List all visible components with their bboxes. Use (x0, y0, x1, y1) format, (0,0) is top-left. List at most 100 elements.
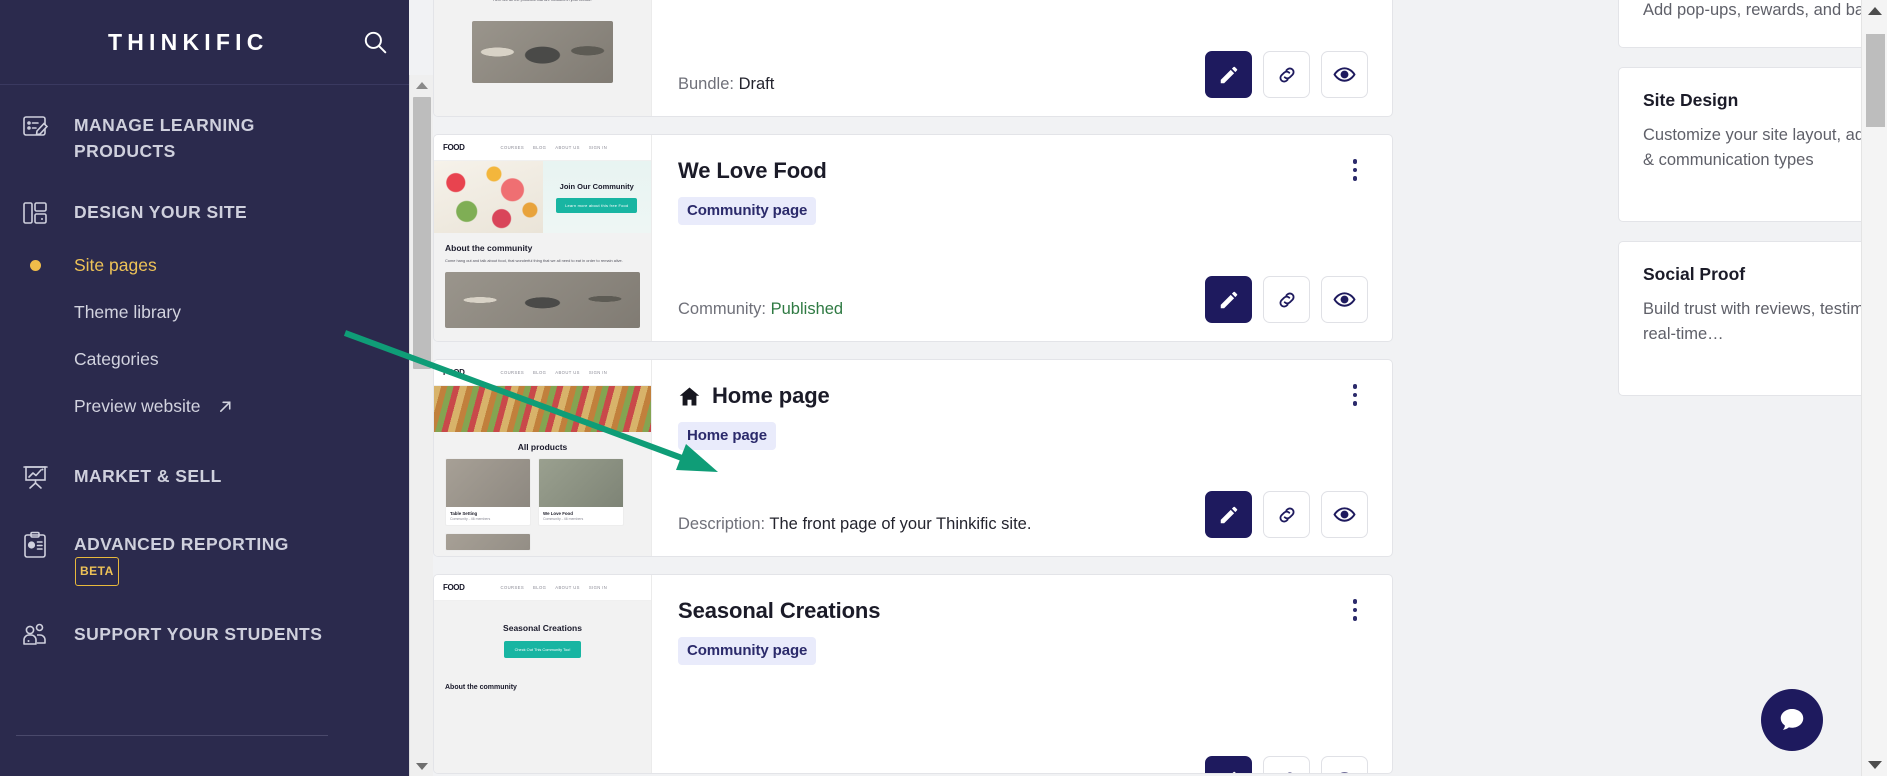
chat-bubble-button[interactable] (1761, 689, 1823, 751)
preview-button[interactable] (1321, 51, 1368, 98)
page-card[interactable]: FOOD COURSES BLOG ABOUT US SIGN IN All p… (433, 359, 1393, 557)
thumbnail-nav: FOOD COURSES BLOG ABOUT US SIGN IN (434, 360, 651, 386)
thumbnail-hero-image (434, 386, 651, 432)
copy-link-button[interactable] (1263, 51, 1310, 98)
search-icon[interactable] (362, 29, 388, 55)
tip-card-description: Customize your site layout, add new cont… (1643, 126, 1887, 169)
thumbnail-nav-link: ABOUT US (555, 585, 580, 590)
sidebar-item-site-pages[interactable]: Site pages (0, 242, 409, 289)
thumbnail-nav: FOOD COURSES BLOG ABOUT US SIGN IN (434, 135, 651, 161)
sidebar-item-advanced-reporting[interactable]: ADVANCED REPORTING BETA (0, 526, 409, 586)
thumbnail-section: All products (434, 432, 651, 458)
tip-card[interactable]: Add pop-ups, rewards, and banners (1618, 0, 1887, 48)
page-description-value: The front page of your Thinkific site. (769, 515, 1032, 533)
thumbnail-nav-link: COURSES (500, 585, 525, 590)
page-scrollbar-thumb[interactable] (1866, 34, 1885, 127)
page-overflow-menu-button[interactable] (1342, 380, 1368, 410)
page-card[interactable]: Enroll Now Bundle includes Here are all … (433, 0, 1393, 117)
main-content: Enroll Now Bundle includes Here are all … (409, 0, 1887, 776)
page-scrollbar[interactable] (1861, 0, 1887, 776)
thumbnail-section: About the community Come hang out and ta… (434, 233, 651, 338)
thumbnail-section-title: About the community (445, 243, 533, 253)
tip-card-social-proof[interactable]: Social Proof Build trust with reviews, t… (1618, 241, 1887, 396)
page-status-label: Bundle: (678, 75, 734, 93)
thumbnail-button-label: Check Out This Community Too! (503, 641, 582, 658)
thumbnail-section-text: Come hang out and talk about food, that … (445, 258, 623, 263)
page-card-actions (1205, 756, 1368, 773)
thumbnail-nav-link: ABOUT US (555, 370, 580, 375)
page-overflow-menu-button[interactable] (1342, 595, 1368, 625)
external-link-icon (218, 399, 233, 414)
edit-button[interactable] (1205, 491, 1252, 538)
thumbnail-preview: FOOD COURSES BLOG ABOUT US SIGN IN Seaso… (434, 575, 651, 773)
thumbnail-nav-link: SIGN IN (588, 585, 608, 590)
right-sidebar: Add pop-ups, rewards, and banners Site D… (1613, 0, 1887, 776)
copy-link-button[interactable] (1263, 491, 1310, 538)
preview-button[interactable] (1321, 276, 1368, 323)
thumbnail-nav-link: COURSES (500, 370, 525, 375)
thumbnail-section: Bundle includes Here are all the product… (434, 0, 651, 13)
page-description: Description: The front page of your Thin… (678, 515, 1031, 534)
page-card[interactable]: FOOD COURSES BLOG ABOUT US SIGN IN Seaso… (433, 574, 1393, 774)
thumbnail-logo: FOOD (443, 143, 465, 152)
scroll-down-arrow-icon[interactable] (1862, 754, 1887, 776)
sidebar-item-text: ADVANCED REPORTING (74, 534, 289, 554)
inner-scrollbar-thumb[interactable] (413, 97, 431, 369)
tip-card-title: Social Proof (1643, 264, 1746, 284)
sidebar-item-label: DESIGN YOUR SITE (74, 202, 248, 222)
preview-button[interactable] (1321, 491, 1368, 538)
thumbnail-section-title: About the community (445, 684, 517, 691)
inner-scrollbar[interactable] (409, 75, 433, 776)
sidebar-item-market-and-sell[interactable]: MARKET & SELL (0, 458, 409, 496)
sidebar-item-label: MANAGE LEARNING PRODUCTS (74, 115, 255, 161)
sidebar-item-label: SUPPORT YOUR STUDENTS (74, 624, 323, 644)
thumbnail-subtext: Here are all the products that are inclu… (445, 0, 640, 3)
preview-button[interactable] (1321, 756, 1368, 773)
thumbnail-section: About the community (434, 668, 651, 701)
thumbnail-photo (445, 271, 640, 328)
brand-bar: THINKIFIC (0, 0, 409, 85)
page-card-body: Bundle page Bundle: Draft (652, 0, 1392, 116)
scroll-up-arrow-icon[interactable] (1862, 0, 1887, 22)
copy-link-button[interactable] (1263, 276, 1310, 323)
thumbnail-nav-link: SIGN IN (588, 145, 608, 150)
page-card-actions (1205, 491, 1368, 538)
thumbnail-nav-link: ABOUT US (555, 145, 580, 150)
thumbnail-preview: FOOD COURSES BLOG ABOUT US SIGN IN All p… (434, 360, 651, 556)
page-overflow-menu-button[interactable] (1342, 155, 1368, 185)
page-title: Seasonal Creations (678, 598, 1366, 624)
thumbnail-section: Seasonal Creations Check Out This Commun… (434, 601, 651, 668)
page-type-tag: Home page (678, 422, 776, 450)
page-thumbnail: FOOD COURSES BLOG ABOUT US SIGN IN Join … (434, 135, 652, 341)
thumbnail-product-sub: Community - 46 members (543, 517, 584, 521)
page-thumbnail: Enroll Now Bundle includes Here are all … (434, 0, 652, 116)
manage-learning-products-icon (16, 107, 54, 145)
copy-link-button[interactable] (1263, 756, 1310, 773)
sidebar-item-manage-learning-products[interactable]: MANAGE LEARNING PRODUCTS (0, 107, 409, 164)
support-your-students-icon (16, 616, 54, 654)
sidebar-item-support-your-students[interactable]: SUPPORT YOUR STUDENTS (0, 616, 409, 654)
sidebar-item-label: MARKET & SELL (74, 466, 222, 486)
tip-card-site-design[interactable]: Site Design Customize your site layout, … (1618, 67, 1887, 222)
page-card[interactable]: FOOD COURSES BLOG ABOUT US SIGN IN Join … (433, 134, 1393, 342)
scroll-up-arrow-icon[interactable] (410, 75, 434, 95)
thumbnail-heading: All products (517, 442, 568, 452)
thumbnail-photo (472, 20, 613, 83)
edit-button[interactable] (1205, 51, 1252, 98)
tip-card-description: Build trust with reviews, testimonials, … (1643, 300, 1887, 343)
page-title-text: Seasonal Creations (678, 598, 881, 623)
thinkific-logo: THINKIFIC (108, 28, 269, 55)
edit-button[interactable] (1205, 276, 1252, 323)
sidebar-item-categories[interactable]: Categories (0, 336, 409, 383)
edit-button[interactable] (1205, 756, 1252, 773)
sidebar-item-theme-library[interactable]: Theme library (0, 289, 409, 336)
sidebar-item-design-your-site[interactable]: DESIGN YOUR SITE (0, 194, 409, 232)
scroll-down-arrow-icon[interactable] (410, 756, 434, 776)
page-title: Home page (678, 383, 1366, 409)
sidebar-item-label: ADVANCED REPORTING BETA (74, 526, 324, 586)
sidebar-item-preview-website[interactable]: Preview website (0, 383, 409, 430)
thumbnail-nav-link: BLOG (533, 370, 547, 375)
tip-card-description: Add pop-ups, rewards, and banners (1643, 1, 1887, 19)
sidebar-nav: MANAGE LEARNING PRODUCTS DESIGN YOUR SIT… (0, 85, 409, 654)
page-card-actions (1205, 276, 1368, 323)
